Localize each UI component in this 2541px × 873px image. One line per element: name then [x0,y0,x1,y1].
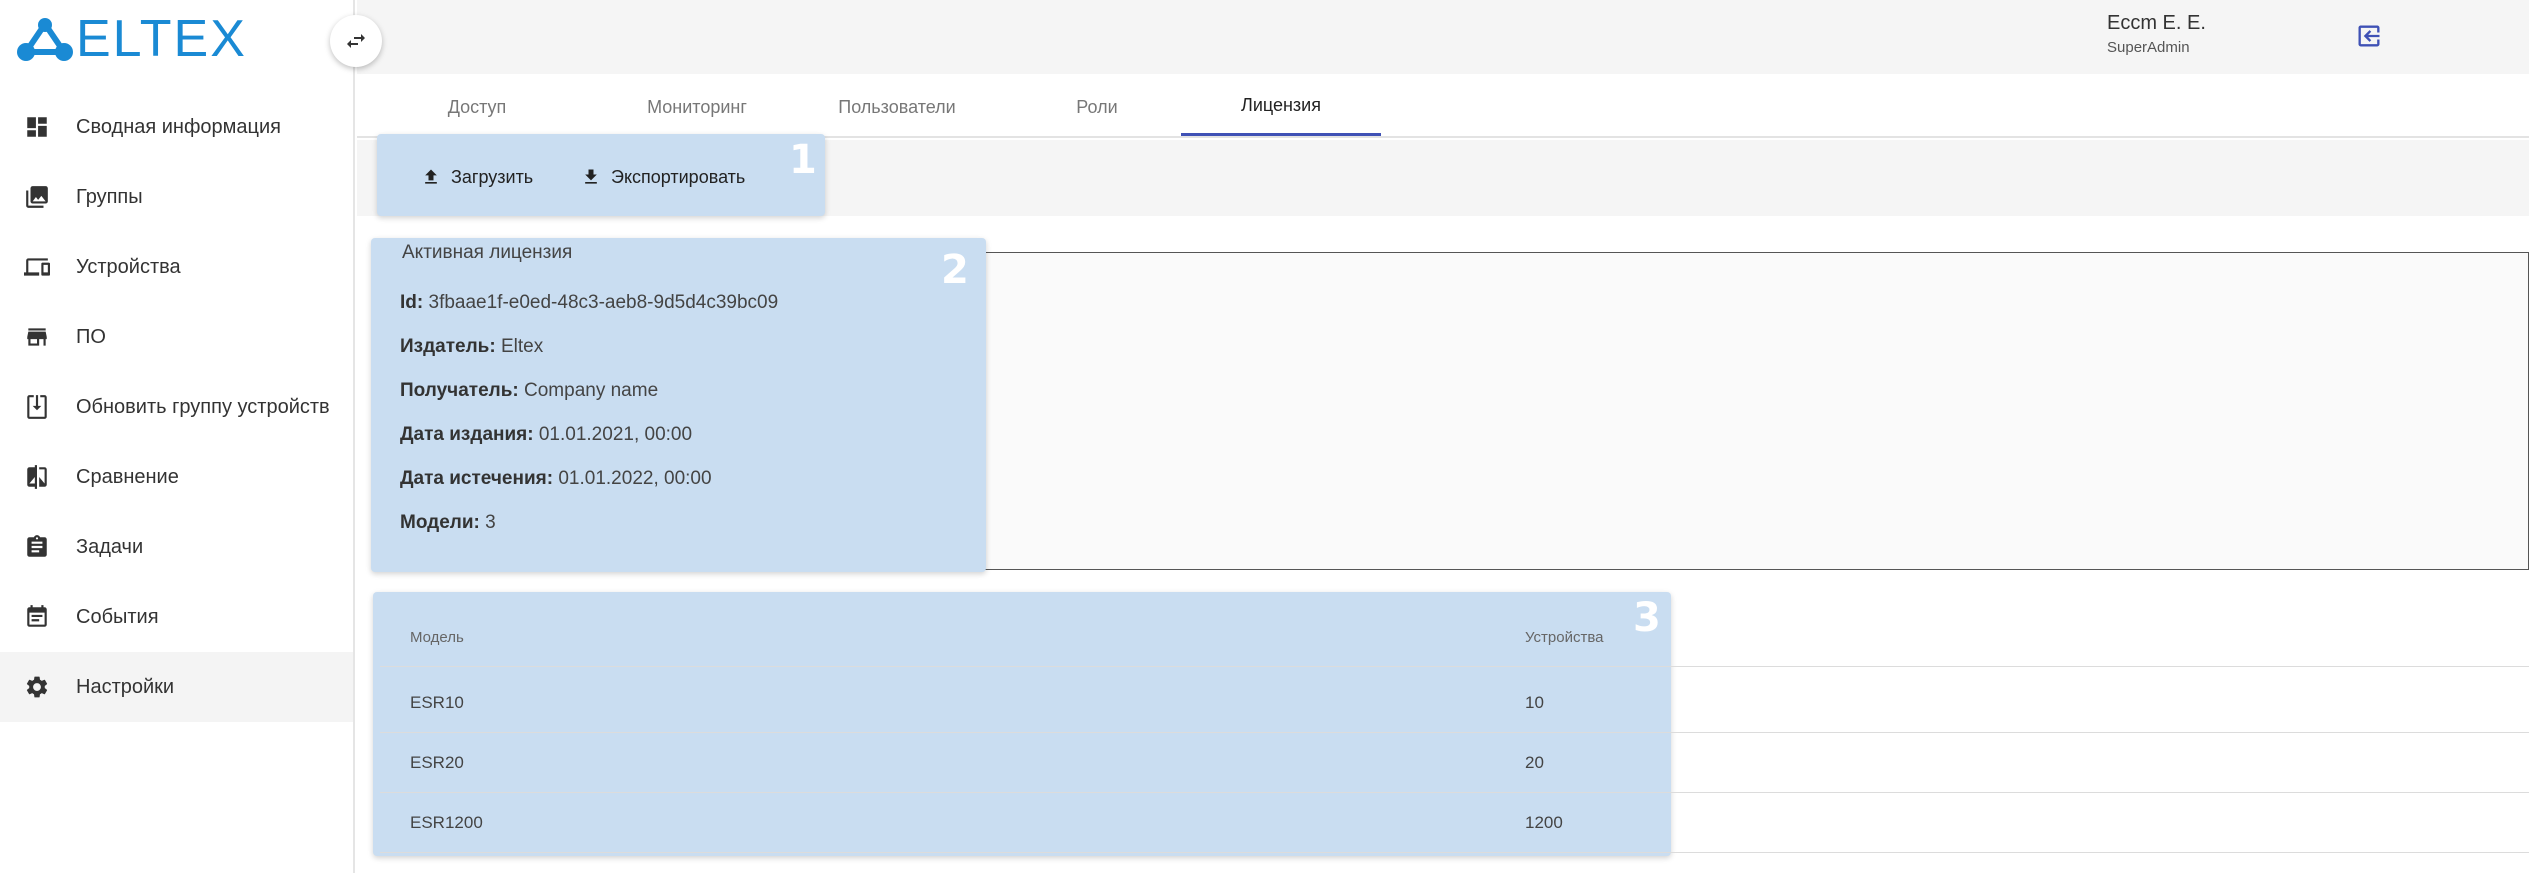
devices-cell: 20 [1525,753,1544,772]
top-bar: Eccm E. E. SuperAdmin [357,0,2529,74]
sidebar-item-label: Настройки [76,675,175,698]
license-recipient-row: Получатель: Company name [400,380,658,402]
logout-icon[interactable] [2355,22,2385,52]
table-row[interactable]: ESR1200 1200 [380,793,2529,853]
license-id-label: Id: [400,292,424,313]
sidebar-item-settings[interactable]: Настройки [0,652,353,722]
tab-access[interactable]: Доступ [397,78,557,136]
license-recipient-value: Company name [524,380,659,401]
export-button-label: Экспортировать [611,166,746,187]
model-cell: ESR20 [410,753,464,772]
sidebar-toggle-button[interactable] [330,15,382,67]
license-expiry-date-value: 01.01.2022, 00:00 [558,468,712,489]
model-cell: ESR1200 [410,813,483,832]
photo-library-icon [22,182,52,212]
sidebar-item-label: События [76,605,159,628]
compare-icon [22,462,52,492]
sidebar-nav: Сводная информация Группы Устройства ПО … [0,92,353,722]
eltex-logo[interactable]: ELTEX [16,10,247,68]
license-expiry-date-row: Дата истечения: 01.01.2022, 00:00 [400,468,712,490]
tab-roles[interactable]: Роли [997,78,1197,136]
logo-text: ELTEX [76,10,247,68]
export-button[interactable]: Экспортировать [581,162,745,192]
upload-button[interactable]: Загрузить [421,162,533,192]
license-expiry-date-label: Дата истечения: [400,468,554,489]
assignment-icon [22,532,52,562]
event-icon [22,602,52,632]
license-legend: Активная лицензия [400,242,575,264]
system-update-icon [22,392,52,422]
dashboard-icon [22,112,52,142]
upload-button-label: Загрузить [451,166,534,187]
sidebar-item-events[interactable]: События [0,582,353,652]
devices-cell: 10 [1525,693,1544,712]
license-id-row: Id: 3fbaae1f-e0ed-48c3-aeb8-9d5d4c39bc09 [400,292,778,314]
column-header-devices[interactable]: Устройства [1525,607,1603,667]
sidebar-item-summary[interactable]: Сводная информация [0,92,353,162]
upload-icon [425,169,437,184]
callout-marker-2: 2 [941,247,969,293]
license-id-value: 3fbaae1f-e0ed-48c3-aeb8-9d5d4c39bc09 [428,292,779,313]
sidebar-item-devices[interactable]: Устройства [0,232,353,302]
sidebar-item-label: Группы [76,185,143,208]
devices-cell: 1200 [1525,813,1563,832]
column-header-model[interactable]: Модель [410,607,464,667]
sidebar-item-label: Сравнение [76,465,179,488]
settings-icon [22,672,52,702]
sidebar: ELTEX Сводная информация Группы Устройст… [0,0,355,873]
license-recipient-label: Получатель: [400,380,519,401]
table-row[interactable]: ESR20 20 [380,733,2529,793]
table-row[interactable]: ESR10 10 [380,673,2529,733]
sidebar-item-label: ПО [76,325,106,348]
user-role: SuperAdmin [2107,39,2190,56]
license-toolbar: Загрузить Экспортировать 1 [377,134,825,216]
tab-users[interactable]: Пользователи [797,78,997,136]
devices-icon [22,252,52,282]
license-issue-date-row: Дата издания: 01.01.2021, 00:00 [400,424,692,446]
license-issuer-row: Издатель: Eltex [400,336,543,358]
sidebar-item-label: Обновить группу устройств [76,395,330,418]
model-cell: ESR10 [410,693,464,712]
sidebar-item-tasks[interactable]: Задачи [0,512,353,582]
sidebar-item-update-group[interactable]: Обновить группу устройств [0,372,353,442]
license-issuer-value: Eltex [500,336,544,357]
download-icon [585,169,597,184]
tab-monitoring[interactable]: Мониторинг [597,78,797,136]
table-header-row: Модель Устройства [380,607,2529,667]
license-models-label: Модели: [400,512,480,533]
license-issue-date-value: 01.01.2021, 00:00 [538,424,693,445]
eltex-logo-icon [17,18,73,61]
tab-license[interactable]: Лицензия [1181,78,1381,136]
sidebar-item-groups[interactable]: Группы [0,162,353,232]
settings-tabs: Доступ Мониторинг Пользователи Роли Лице… [357,78,2529,138]
swap-horiz-icon [347,34,365,48]
sidebar-item-label: Устройства [76,255,181,278]
store-icon [22,322,52,352]
license-issuer-label: Издатель: [400,336,496,357]
license-models-row: Модели: 3 [400,512,496,534]
sidebar-item-compare[interactable]: Сравнение [0,442,353,512]
callout-marker-1: 1 [789,137,817,183]
license-issue-date-label: Дата издания: [400,424,534,445]
user-name: Eccm E. E. [2107,12,2206,34]
sidebar-item-label: Задачи [76,535,144,558]
sidebar-item-software[interactable]: ПО [0,302,353,372]
license-models-value: 3 [485,512,496,533]
sidebar-item-label: Сводная информация [76,115,281,138]
